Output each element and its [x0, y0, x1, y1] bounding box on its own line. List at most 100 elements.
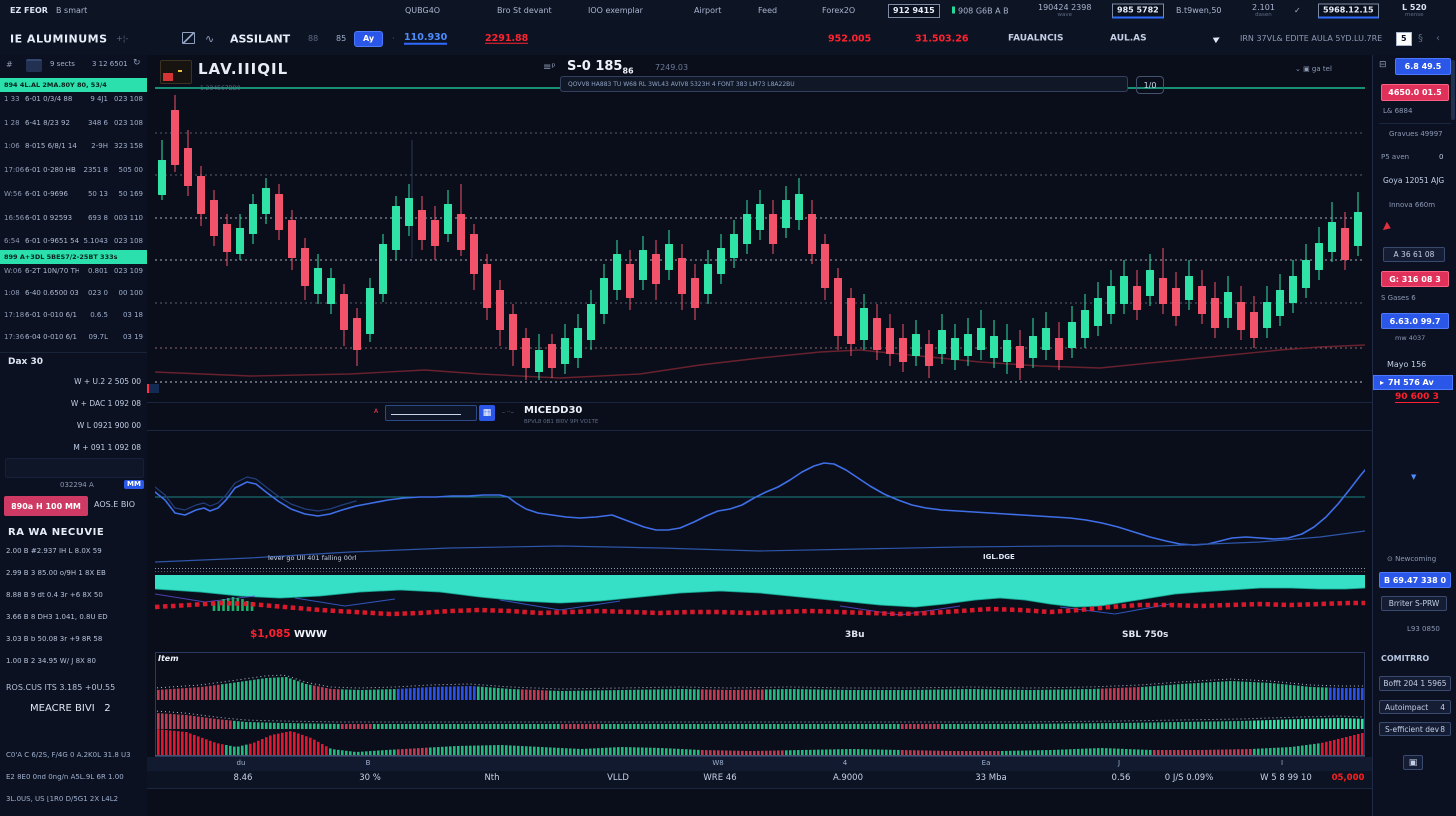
axis-tick: J — [1118, 760, 1120, 767]
aulas-tab[interactable]: AUL.AS — [1110, 34, 1147, 43]
watchlist-row[interactable]: 1 336-01 0/3/4 889 4J1023 108 — [4, 96, 143, 103]
volume-histogram-panel[interactable] — [155, 652, 1365, 757]
menubar-item-label: Airport — [694, 6, 721, 15]
position-row[interactable]: 3.66 B 8 DH3 1.041, 0.8U ED — [6, 614, 141, 621]
gases-label: S Gases 6 — [1381, 295, 1416, 302]
faualncis-tab[interactable]: FAUALNCIS — [1008, 34, 1064, 43]
menubar-item[interactable]: 190424 2398wave — [1038, 4, 1091, 19]
chart-price: S-0 18586 — [567, 60, 634, 76]
collapse-triangle-icon[interactable]: ▼ — [1411, 474, 1416, 481]
scrollbar-thumb[interactable] — [1451, 60, 1455, 120]
dax-row[interactable]: W L 0921 900 00 — [77, 422, 141, 430]
sell-button-top[interactable]: 4650.0 01.5 — [1381, 84, 1449, 101]
cell-size: 693 8 — [82, 215, 108, 222]
indicator-search-input[interactable] — [385, 405, 477, 421]
trading-terminal: { "colors": {"accent_blue":"#2b57e8","ac… — [0, 0, 1456, 816]
menubar-item[interactable]: Airport — [694, 7, 721, 15]
cursor-icon[interactable]: ▶ — [1212, 33, 1221, 43]
menubar-item-sub: mense — [1402, 13, 1427, 19]
sefficient-button[interactable]: S-efficient dev8 — [1379, 722, 1451, 736]
page-5-button[interactable]: 5 — [1396, 32, 1412, 46]
ratio-badge[interactable]: 1/0 — [1136, 76, 1164, 94]
innova-item[interactable]: Innova 660m — [1389, 202, 1435, 209]
chart-mini-controls[interactable]: ⌄ ▣ ga tel — [1295, 66, 1332, 73]
menubar-item[interactable]: B.t9wen,50 — [1176, 7, 1222, 15]
menubar-item[interactable]: QUBG4O — [405, 7, 440, 15]
dax-row[interactable]: M + 091 1 092 08 — [73, 444, 141, 452]
menubar-item[interactable]: Feed — [758, 7, 777, 15]
instrument-logo — [160, 60, 192, 84]
value-85: 85 — [336, 35, 346, 43]
wave-icon[interactable]: ∿ — [205, 33, 214, 44]
menubar-item[interactable]: 985 5782 — [1112, 4, 1164, 19]
sell-order-button[interactable]: 890a H 100 MM — [4, 496, 88, 516]
position-row[interactable]: 2.99 B 3 85.00 o/9H 1 8X EB — [6, 570, 141, 577]
pan-icon[interactable] — [182, 31, 195, 47]
momentum-indicator-panel[interactable] — [155, 430, 1365, 568]
empty-order-input[interactable] — [5, 458, 144, 478]
watchlist-row[interactable]: W:566-01 0-969650 1350 169 — [4, 191, 143, 198]
watchlist-row[interactable]: 1:086-40 0.6500 03023 000 100 — [4, 290, 143, 297]
menubar-item[interactable]: 908 G6B A B — [952, 7, 1009, 16]
hamburger-icon[interactable]: ≡ᵖ — [543, 63, 556, 73]
menubar-item[interactable]: L 520mense — [1402, 4, 1427, 19]
buy-button-3[interactable]: B 69.47 338 0 — [1379, 572, 1451, 588]
watchlist-row[interactable]: 16:566-01 0 92593693 8003 110 — [4, 215, 143, 222]
folder-icon[interactable] — [26, 59, 42, 72]
dax-row[interactable]: W + U.2 2 505 00 — [74, 378, 141, 386]
menubar-item[interactable]: 5968.12.15 — [1318, 4, 1379, 19]
hash-icon[interactable]: # — [6, 61, 13, 69]
candlestick-chart[interactable] — [155, 85, 1365, 398]
menubar-item[interactable]: 912 9415 — [888, 4, 940, 18]
dax-row[interactable]: W + DAC 1 092 08 — [71, 400, 141, 408]
position-row[interactable]: 2.00 B #2.937 IH L 8.0X 59 — [6, 548, 141, 555]
autoimpact-button[interactable]: Autoimpact4 — [1379, 700, 1451, 714]
position-row[interactable]: 3.03 B b 50.08 3r +9 8R 58 — [6, 636, 141, 643]
selected-price-row[interactable]: ▸7H 576 Av — [1373, 375, 1453, 390]
buy-button-top[interactable]: 6.8 49.5 — [1395, 58, 1451, 75]
mm-badge[interactable]: MM — [124, 480, 144, 489]
watchlist-row[interactable]: 6:546-01 0-9651 545.1043023 108 — [4, 238, 143, 245]
add-symbol-button[interactable]: +¦- — [116, 35, 128, 43]
refresh-icon[interactable]: ↻ — [133, 59, 141, 68]
position-row[interactable]: 8.88 B 9 dt 0.4 3r +6 8X 50 — [6, 592, 141, 599]
trend-ribbon-panel[interactable] — [155, 566, 1365, 624]
p5-value: 0 — [1439, 154, 1443, 161]
goya-item[interactable]: Goya 12051 AJG — [1383, 177, 1444, 185]
watchlist-row[interactable]: 17:066-01 0-280 HB2351 8505 00 — [4, 167, 143, 174]
sell-button-2[interactable]: G: 316 08 3 — [1381, 271, 1449, 287]
watchlist-row[interactable]: W:066-2T 10N/70 TH0.801023 109 — [4, 268, 143, 275]
comitrro-heading: COMITRRO — [1381, 655, 1429, 663]
menubar-item[interactable]: EZ FEOR — [10, 7, 48, 15]
menubar-item[interactable]: IOO exemplar — [588, 7, 643, 15]
order-box-button[interactable]: A 36 61 08 — [1383, 247, 1445, 262]
counter-label: 3 12 6501 — [92, 61, 128, 68]
axis-tick: du — [237, 760, 246, 767]
highlighted-quote-row-2[interactable]: 899 A+3DL 5BES7/2-25BT 333s — [0, 250, 147, 264]
section-icon[interactable]: § — [1418, 34, 1423, 44]
red-quote-1: 2291.88 — [485, 33, 528, 44]
menubar-item[interactable]: ✓ — [1294, 7, 1301, 15]
watchlist-row[interactable]: 17:366-04 0-010 6/109.7L03 19 — [4, 334, 143, 341]
ay-button[interactable]: Ay — [354, 31, 383, 47]
search-apply-button[interactable]: ▦ — [479, 405, 495, 421]
buy-button-2[interactable]: 6.63.0 99.7 — [1381, 313, 1449, 329]
menubar-item[interactable]: B smart — [56, 7, 87, 15]
watchlist-row[interactable]: 1 286-41 8/23 92348 6023 108 — [4, 120, 143, 127]
menubar-item[interactable]: 2.101dasen — [1252, 4, 1275, 19]
watchlist-row[interactable]: 1:068-015 6/8/1 142-9H323 158 — [4, 143, 143, 150]
bofft-button[interactable]: Bofft 204 1 5965 — [1379, 676, 1451, 691]
cell-total: 023 108 — [111, 238, 143, 245]
menubar-item[interactable]: Bro St devant — [497, 7, 552, 15]
macre-label: MEACRE BIVI 2 — [30, 704, 111, 714]
panel-menu-icon[interactable]: ⊟ — [1379, 61, 1387, 70]
highlighted-quote-row-1[interactable]: 894 4L.AL 2MA.80Y 80, 53/4 — [0, 78, 147, 92]
position-row[interactable]: 1.00 B 2 34.95 W/ J 8X 80 — [6, 658, 141, 665]
briter-button[interactable]: Brriter S-PRW — [1381, 596, 1447, 611]
menubar-item[interactable]: Forex2O — [822, 7, 855, 15]
red-quote-3: 31.503.26 — [915, 34, 969, 44]
footer-row: 3L.0US, US [1R0 D/5G1 2X L4L2 — [6, 796, 141, 803]
collapse-chevron-icon[interactable]: ‹ — [1436, 34, 1440, 44]
window-icon-button[interactable]: ▣ — [1403, 755, 1423, 770]
watchlist-row[interactable]: 17:186-01 0-010 6/10.6.503 18 — [4, 312, 143, 319]
